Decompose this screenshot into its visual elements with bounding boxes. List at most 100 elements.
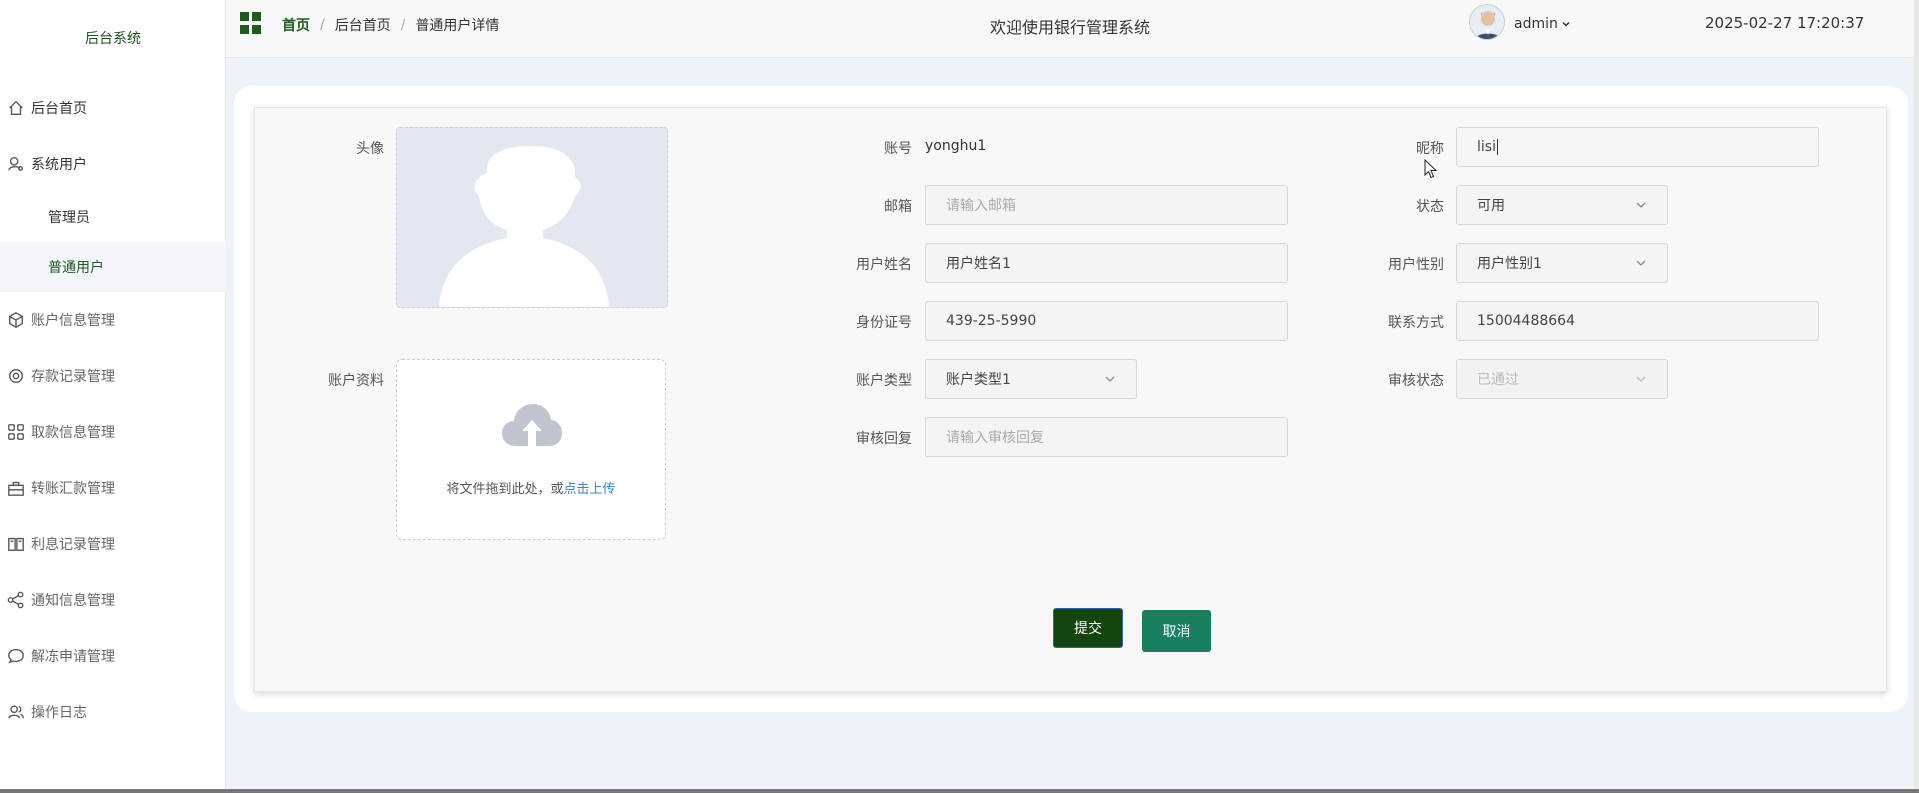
gender-value: 用户性别1 xyxy=(1477,256,1542,272)
chevron-down-icon xyxy=(1105,376,1115,382)
sidebar-item-transfer[interactable]: 转账汇款管理 xyxy=(0,460,226,516)
breadcrumb-home[interactable]: 首页 xyxy=(282,15,310,35)
account-type-select[interactable]: 账户类型1 xyxy=(925,359,1137,399)
chat-icon xyxy=(6,646,26,666)
sidebar-menu: 后台首页 系统用户 管理员 普通用户 账户信息管理 存款记录管理 取款信息管理 … xyxy=(0,80,226,740)
sidebar-item-label: 通知信息管理 xyxy=(31,593,115,609)
id-number-label: 身份证号 xyxy=(856,315,912,331)
upload-dropzone[interactable]: 将文件拖到此处，或点击上传 xyxy=(396,359,666,540)
audit-reply-label: 审核回复 xyxy=(856,431,912,447)
sidebar-item-dashboard[interactable]: 后台首页 xyxy=(0,80,226,136)
phone-input[interactable]: 15004488664 xyxy=(1456,301,1819,341)
sidebar-item-label: 账户信息管理 xyxy=(31,313,115,329)
audit-reply-placeholder: 请输入审核回复 xyxy=(946,430,1044,446)
nickname-value: lisi xyxy=(1477,139,1496,155)
status-label: 状态 xyxy=(1416,199,1444,215)
sidebar-item-account-info[interactable]: 账户信息管理 xyxy=(0,292,226,348)
sidebar-item-label: 存款记录管理 xyxy=(31,369,115,385)
briefcase-icon xyxy=(6,478,26,498)
book-icon xyxy=(6,534,26,554)
gender-select[interactable]: 用户性别1 xyxy=(1456,243,1668,283)
avatar-image[interactable] xyxy=(396,127,668,308)
phone-label: 联系方式 xyxy=(1388,315,1444,331)
audit-status-select: 已通过 xyxy=(1456,359,1668,399)
sidebar-subitem-admin[interactable]: 管理员 xyxy=(0,192,226,242)
scrollbar[interactable] xyxy=(1914,0,1919,793)
grid-icon xyxy=(6,422,26,442)
name-label: 用户姓名 xyxy=(856,257,912,273)
phone-value: 15004488664 xyxy=(1477,313,1575,329)
breadcrumb-dashboard[interactable]: 后台首页 xyxy=(335,15,391,35)
sidebar-item-notifications[interactable]: 通知信息管理 xyxy=(0,572,226,628)
users-icon xyxy=(6,702,26,722)
datetime: 2025-02-27 17:20:37 xyxy=(1705,14,1865,32)
chevron-down-icon xyxy=(1562,21,1570,27)
gender-label: 用户性别 xyxy=(1388,257,1444,273)
audit-status-value: 已通过 xyxy=(1477,372,1519,388)
email-label: 邮箱 xyxy=(884,199,912,215)
mouse-cursor-icon xyxy=(1424,159,1438,179)
cancel-button[interactable]: 取消 xyxy=(1142,610,1211,652)
nickname-label: 昵称 xyxy=(1416,141,1444,157)
status-select[interactable]: 可用 xyxy=(1456,185,1668,225)
sidebar-item-operation-log[interactable]: 操作日志 xyxy=(0,684,226,740)
breadcrumb-separator: / xyxy=(320,17,325,33)
home-icon xyxy=(6,98,26,118)
top-bar: 首页 / 后台首页 / 普通用户详情 欢迎使用银行管理系统 admin 2025… xyxy=(226,0,1919,58)
sidebar-item-system-users[interactable]: 系统用户 xyxy=(0,136,226,192)
chevron-down-icon xyxy=(1636,202,1646,208)
sidebar-item-label: 转账汇款管理 xyxy=(31,481,115,497)
sidebar-item-label: 解冻申请管理 xyxy=(31,649,115,665)
sidebar-item-label: 系统用户 xyxy=(31,157,87,173)
box-icon xyxy=(6,310,26,330)
sidebar-subitem-label: 管理员 xyxy=(48,210,90,226)
account-value: yonghu1 xyxy=(925,138,987,154)
breadcrumb-current: 普通用户详情 xyxy=(415,18,500,34)
gear-icon xyxy=(6,366,26,386)
chevron-down-icon xyxy=(1636,260,1646,266)
account-label: 账号 xyxy=(884,141,912,157)
welcome-title: 欢迎使用银行管理系统 xyxy=(990,18,1151,37)
avatar-label: 头像 xyxy=(356,141,384,157)
cloud-upload-icon xyxy=(502,404,562,446)
sidebar-item-label: 取款信息管理 xyxy=(31,425,115,441)
username: admin xyxy=(1514,16,1558,32)
user-menu[interactable]: admin xyxy=(1514,16,1571,32)
sidebar-item-label: 利息记录管理 xyxy=(31,537,115,553)
sidebar-subitem-label: 普通用户 xyxy=(48,260,104,276)
sidebar-item-label: 后台首页 xyxy=(31,101,87,117)
account-material-label: 账户资料 xyxy=(328,373,384,389)
email-placeholder: 请输入邮箱 xyxy=(946,198,1016,214)
share-icon xyxy=(6,590,26,610)
brand-title: 后台系统 xyxy=(85,31,141,47)
audit-status-label: 审核状态 xyxy=(1388,373,1444,389)
sidebar-item-deposit-records[interactable]: 存款记录管理 xyxy=(0,348,226,404)
account-type-value: 账户类型1 xyxy=(946,372,1011,388)
nickname-input[interactable]: lisi xyxy=(1456,127,1819,167)
name-value: 用户姓名1 xyxy=(946,256,1011,272)
text-caret xyxy=(1496,139,1498,155)
email-input[interactable]: 请输入邮箱 xyxy=(925,185,1288,225)
avatar[interactable] xyxy=(1469,4,1505,40)
sidebar-subitem-normal-user[interactable]: 普通用户 xyxy=(0,242,226,292)
sidebar-item-unfreeze-requests[interactable]: 解冻申请管理 xyxy=(0,628,226,684)
sidebar-item-withdrawal-info[interactable]: 取款信息管理 xyxy=(0,404,226,460)
breadcrumb-separator: / xyxy=(400,17,406,33)
id-number-input[interactable]: 439-25-5990 xyxy=(925,301,1288,341)
upload-link[interactable]: 点击上传 xyxy=(564,482,616,497)
name-input[interactable]: 用户姓名1 xyxy=(925,243,1288,283)
window-bottom-border xyxy=(0,789,1919,793)
menu-toggle-icon[interactable] xyxy=(240,12,262,34)
chevron-down-icon xyxy=(1636,376,1646,382)
breadcrumb: 首页 / 后台首页 / 普通用户详情 xyxy=(282,15,499,35)
sidebar: 后台系统 后台首页 系统用户 管理员 普通用户 账户信息管理 存款记录管理 取款… xyxy=(0,0,226,793)
sidebar-item-label: 操作日志 xyxy=(31,705,87,721)
submit-button[interactable]: 提交 xyxy=(1053,608,1123,648)
upload-hint-text: 将文件拖到此处，或 xyxy=(446,482,564,497)
account-type-label: 账户类型 xyxy=(856,373,912,389)
audit-reply-input[interactable]: 请输入审核回复 xyxy=(925,417,1288,457)
user-gear-icon xyxy=(6,154,26,174)
status-value: 可用 xyxy=(1477,198,1505,214)
id-number-value: 439-25-5990 xyxy=(946,313,1037,329)
sidebar-item-interest-records[interactable]: 利息记录管理 xyxy=(0,516,226,572)
